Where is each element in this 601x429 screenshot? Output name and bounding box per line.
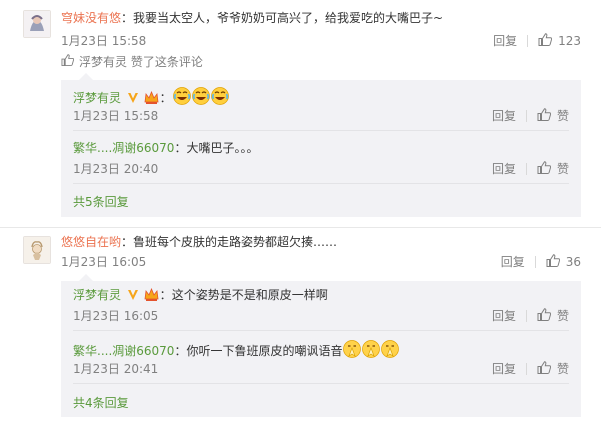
reply-actions: 回复 赞: [492, 307, 569, 325]
reply-time: 1月23日 16:05: [73, 309, 159, 323]
avatar[interactable]: [23, 10, 51, 38]
reply-caret: [79, 73, 93, 80]
reply-text: 大嘴巴子。。。: [186, 141, 259, 155]
colon: ：: [174, 344, 187, 358]
reply-username[interactable]: 繁华....凋谢66070: [73, 141, 174, 155]
reply-text: 这个姿势是不是和原皮一样啊: [171, 288, 328, 302]
reply-actions: 回复 赞: [492, 107, 569, 125]
comment-actions: 回复 123: [493, 32, 581, 50]
reply-time: 1月23日 20:40: [73, 162, 159, 176]
thumb-up-icon: [537, 160, 552, 178]
reply-divider: [73, 383, 569, 384]
action-divider: [534, 256, 536, 268]
reply-button[interactable]: 回复: [501, 254, 525, 270]
comment-text: 我要当太空人，爷爷奶奶可高兴了，给我爱吃的大嘴巴子~: [133, 11, 444, 25]
reply-username[interactable]: 浮梦有灵: [73, 288, 121, 302]
more-replies-link[interactable]: 共4条回复: [73, 395, 129, 411]
reply-username[interactable]: 繁华....凋谢66070: [73, 344, 174, 358]
laugh-cry-emoji-icon: [210, 87, 229, 109]
reply-text-line: 繁华....凋谢66070：大嘴巴子。。。: [73, 140, 258, 156]
v-badge-icon[interactable]: [127, 92, 139, 108]
action-divider: [525, 310, 527, 322]
comment-username[interactable]: 悠悠自在哟: [61, 235, 121, 249]
crown-icon[interactable]: [144, 90, 159, 109]
reply-meta: 1月23日 16:05 回复 赞: [73, 307, 569, 325]
pray-emoji-icon: [343, 340, 362, 362]
reply-meta: 1月23日 20:41 回复 赞: [73, 360, 569, 378]
action-divider: [525, 363, 527, 375]
reply-text-line: 繁华....凋谢66070：你听一下鲁班原皮的嘲讽语音: [73, 340, 400, 362]
like-button[interactable]: 赞: [537, 360, 569, 378]
like-button[interactable]: 36: [546, 253, 581, 271]
thumb-up-icon: [538, 32, 553, 50]
like-count: 36: [565, 255, 581, 269]
comment-meta: 1月23日 16:05 回复 36: [61, 253, 581, 271]
laugh-cry-emoji-icon: [172, 87, 191, 109]
laugh-cry-emoji-icon: [191, 87, 210, 109]
action-divider: [525, 110, 527, 122]
avatar[interactable]: [23, 236, 51, 264]
pray-emoji-icon: [381, 340, 400, 362]
reply-text-line: 浮梦有灵 ：: [73, 87, 229, 109]
comment-text-line: 穹妹没有悠：我要当太空人，爷爷奶奶可高兴了，给我爱吃的大嘴巴子~: [61, 10, 443, 26]
comment-username[interactable]: 穹妹没有悠: [61, 11, 121, 25]
reply-button[interactable]: 回复: [492, 361, 516, 377]
action-divider: [525, 163, 527, 175]
like-label: 赞: [556, 162, 569, 176]
reply-meta: 1月23日 20:40 回复 赞: [73, 160, 569, 178]
reply-username[interactable]: 浮梦有灵: [73, 91, 121, 105]
reply-divider: [73, 130, 569, 131]
reply-time: 1月23日 20:41: [73, 362, 159, 376]
more-replies-link[interactable]: 共5条回复: [73, 194, 129, 210]
colon: ：: [159, 288, 172, 302]
v-badge-icon[interactable]: [127, 289, 139, 305]
reply-text-line: 浮梦有灵 ：这个姿势是不是和原皮一样啊: [73, 287, 328, 306]
thumb-up-icon: [537, 307, 552, 325]
thumb-up-icon: [61, 54, 75, 70]
comment-time: 1月23日 16:05: [61, 255, 147, 269]
colon: ：: [121, 235, 134, 249]
reply-actions: 回复 赞: [492, 160, 569, 178]
liked-by-text: 浮梦有灵 赞了这条评论: [79, 55, 203, 69]
liked-by-notice: 浮梦有灵 赞了这条评论: [61, 54, 203, 70]
reply-list: 浮梦有灵 ：这个姿势是不是和原皮一样啊 1月23日 16:05 回复 赞 繁华.…: [61, 274, 581, 417]
thumb-up-icon: [546, 253, 560, 271]
like-count: 123: [558, 34, 581, 48]
pray-emoji-icon: [362, 340, 381, 362]
reply-button[interactable]: 回复: [492, 108, 516, 124]
like-label: 赞: [556, 362, 569, 376]
reply-divider: [73, 183, 569, 184]
thumb-up-icon: [537, 360, 552, 378]
colon: ：: [159, 91, 172, 105]
reply-caret: [79, 274, 93, 281]
comment-text: 鲁班每个皮肤的走路姿势都超欠揍……: [133, 235, 338, 249]
colon: ：: [121, 11, 134, 25]
colon: ：: [174, 141, 187, 155]
comment-meta: 1月23日 15:58 回复 123: [61, 32, 581, 50]
like-label: 赞: [556, 309, 569, 323]
action-divider: [527, 35, 529, 47]
thumb-up-icon: [537, 107, 552, 125]
comment-time: 1月23日 15:58: [61, 34, 147, 48]
reply-button[interactable]: 回复: [492, 161, 516, 177]
reply-meta: 1月23日 15:58 回复 赞: [73, 107, 569, 125]
like-button[interactable]: 赞: [537, 160, 569, 178]
reply-divider: [73, 330, 569, 331]
crown-icon[interactable]: [144, 287, 159, 306]
like-button[interactable]: 赞: [537, 107, 569, 125]
like-button[interactable]: 赞: [537, 307, 569, 325]
like-label: 赞: [556, 109, 569, 123]
reply-button[interactable]: 回复: [492, 308, 516, 324]
reply-time: 1月23日 15:58: [73, 109, 159, 123]
comment-text-line: 悠悠自在哟：鲁班每个皮肤的走路姿势都超欠揍……: [61, 234, 337, 250]
reply-button[interactable]: 回复: [493, 33, 517, 49]
reply-list: 浮梦有灵 ： 1月23日 15:58 回复 赞 繁华....凋谢66070：大嘴…: [61, 73, 581, 217]
reply-text: 你听一下鲁班原皮的嘲讽语音: [186, 344, 343, 358]
reply-actions: 回复 赞: [492, 360, 569, 378]
like-button[interactable]: 123: [538, 32, 581, 50]
comment-separator: [0, 227, 601, 228]
comment-actions: 回复 36: [501, 253, 581, 271]
